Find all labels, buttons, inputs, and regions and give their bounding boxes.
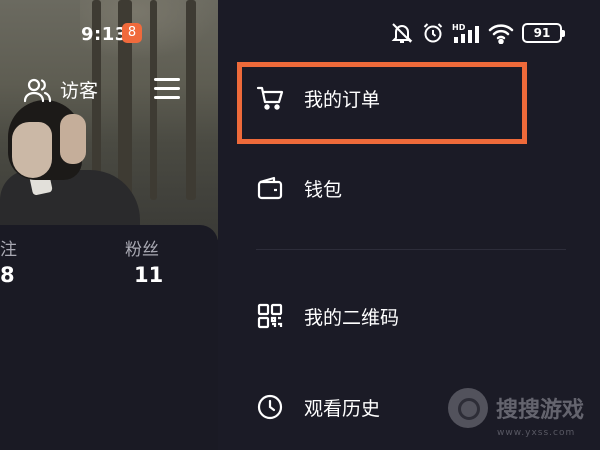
wallet-icon	[257, 176, 283, 200]
watermark-text: 搜搜游戏	[496, 398, 585, 423]
visitor-label: 访客	[60, 80, 99, 102]
menu-item-qrcode[interactable]: 我的二维码	[218, 288, 600, 344]
wifi-icon	[488, 24, 514, 44]
network-label: HD	[452, 23, 466, 32]
stat-label-fans: 粉丝	[125, 240, 159, 260]
stat-value-following[interactable]: 8	[0, 263, 15, 287]
highlight-box	[237, 62, 527, 144]
battery-icon: 91	[522, 23, 565, 43]
watermark: 搜搜游戏	[448, 388, 584, 428]
signal-icon: HD	[452, 23, 479, 43]
alarm-icon	[423, 23, 443, 43]
menu-icon[interactable]	[154, 78, 180, 100]
profile-panel: 9:13 8 访客 注 8 粉丝 11	[0, 0, 218, 450]
watermark-logo-icon	[448, 388, 488, 428]
mute-icon	[391, 23, 413, 43]
status-time: 9:13	[81, 24, 128, 45]
stat-value-fans[interactable]: 11	[134, 263, 163, 287]
visitors-icon	[24, 78, 52, 102]
menu-label-history: 观看历史	[304, 397, 381, 420]
qrcode-icon	[257, 303, 283, 329]
app-notification-badge: 8	[122, 23, 142, 43]
menu-label-wallet: 钱包	[304, 178, 343, 201]
status-bar-icons: HD 91	[390, 22, 565, 44]
stat-label-following: 注	[0, 240, 17, 260]
menu-label-qrcode: 我的二维码	[304, 306, 400, 329]
watermark-url: www.yxss.com	[497, 428, 576, 438]
visitor-button[interactable]: 访客	[24, 76, 98, 103]
battery-level: 91	[533, 26, 551, 40]
profile-stats-card: 注 8 粉丝 11	[0, 225, 218, 450]
menu-divider	[256, 249, 566, 250]
side-drawer: HD 91 我的订单 钱包 我的二维码 观看历史	[218, 0, 600, 450]
clock-icon	[257, 394, 283, 420]
profile-person-image	[0, 100, 140, 250]
menu-item-wallet[interactable]: 钱包	[218, 160, 600, 216]
